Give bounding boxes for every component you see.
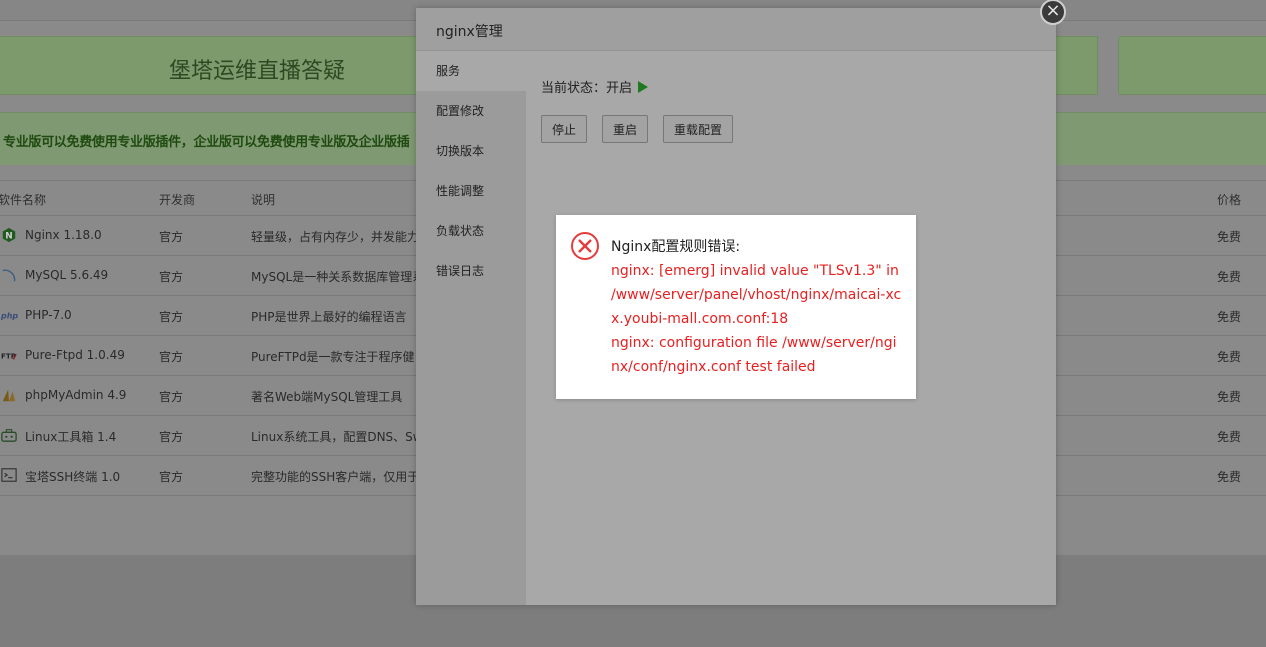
mysql-dolphin-icon (2, 269, 16, 282)
description: PHP是世界上最好的编程语言 (251, 310, 407, 324)
description: 轻量级，占有内存少，并发能力 (251, 230, 420, 244)
header-description: 说明 (251, 193, 276, 207)
tab-switch-version[interactable]: 切换版本 (416, 131, 526, 171)
phpmyadmin-icon (2, 389, 16, 402)
error-line-2: nginx: configuration file /www/server/ng… (611, 335, 897, 375)
tab-config-edit[interactable]: 配置修改 (416, 91, 526, 131)
status-label: 当前状态：开启 (541, 81, 633, 96)
close-icon[interactable]: × (1040, 0, 1066, 25)
developer: 官方 (159, 470, 184, 484)
service-status: 当前状态：开启 (541, 77, 649, 96)
software-name: phpMyAdmin 4.9 (25, 388, 127, 402)
play-icon (638, 81, 649, 93)
terminal-icon (1, 468, 17, 482)
error-dialog: Nginx配置规则错误: nginx: [emerg] invalid valu… (556, 215, 916, 399)
price: 免费 (1217, 270, 1242, 284)
developer: 官方 (159, 270, 184, 284)
header-name: 软件名称 (0, 193, 47, 207)
software-name: Pure-Ftpd 1.0.49 (25, 348, 125, 362)
svg-text:N: N (5, 232, 12, 242)
description: Linux系统工具，配置DNS、Sw (251, 430, 423, 444)
side-banner[interactable] (1118, 36, 1266, 95)
software-name: Linux工具箱 1.4 (25, 430, 117, 444)
reload-config-button[interactable]: 重载配置 (663, 115, 734, 143)
developer: 官方 (159, 430, 184, 444)
modal-title: nginx管理 (436, 24, 503, 40)
php-icon: php (0, 312, 18, 321)
error-circle-icon (571, 232, 599, 260)
price: 免费 (1217, 390, 1242, 404)
toolbox-icon (1, 429, 17, 442)
error-message: nginx: [emerg] invalid value "TLSv1.3" i… (611, 259, 903, 379)
description: 著名Web端MySQL管理工具 (251, 390, 403, 404)
price: 免费 (1217, 470, 1242, 484)
price: 免费 (1217, 350, 1242, 364)
developer: 官方 (159, 230, 184, 244)
modal-sidebar: 服务 配置修改 切换版本 性能调整 负载状态 错误日志 (416, 51, 526, 605)
error-line-1: nginx: [emerg] invalid value "TLSv1.3" i… (611, 263, 902, 327)
svg-text:php: php (0, 312, 18, 321)
ftp-icon: FTP (1, 352, 17, 361)
modal-header: nginx管理 (416, 8, 1056, 51)
price: 免费 (1217, 430, 1242, 444)
description: 完整功能的SSH客户端，仅用于 (251, 470, 420, 484)
price: 免费 (1217, 230, 1242, 244)
nginx-icon: N (2, 227, 16, 243)
tab-error-log[interactable]: 错误日志 (416, 251, 526, 291)
developer: 官方 (159, 350, 184, 364)
software-name: MySQL 5.6.49 (25, 268, 109, 282)
tab-service[interactable]: 服务 (416, 51, 526, 91)
software-name: 宝塔SSH终端 1.0 (25, 470, 121, 484)
developer: 官方 (159, 390, 184, 404)
developer: 官方 (159, 310, 184, 324)
stop-button[interactable]: 停止 (541, 115, 588, 143)
tab-load-status[interactable]: 负载状态 (416, 211, 526, 251)
description: MySQL是一种关系数据库管理系 (251, 270, 425, 284)
header-price: 价格 (1217, 193, 1242, 207)
error-title: Nginx配置规则错误: (611, 239, 741, 255)
software-name: Nginx 1.18.0 (25, 228, 102, 242)
restart-button[interactable]: 重启 (602, 115, 649, 143)
price: 免费 (1217, 310, 1242, 324)
tab-performance[interactable]: 性能调整 (416, 171, 526, 211)
description: PureFTPd是一款专注于程序健 (251, 350, 415, 364)
header-developer: 开发商 (159, 193, 196, 207)
notice-text: 专业版可以免费使用专业版插件，企业版可以免费使用专业版及企业版插 (3, 135, 410, 150)
software-name: PHP-7.0 (25, 308, 72, 322)
